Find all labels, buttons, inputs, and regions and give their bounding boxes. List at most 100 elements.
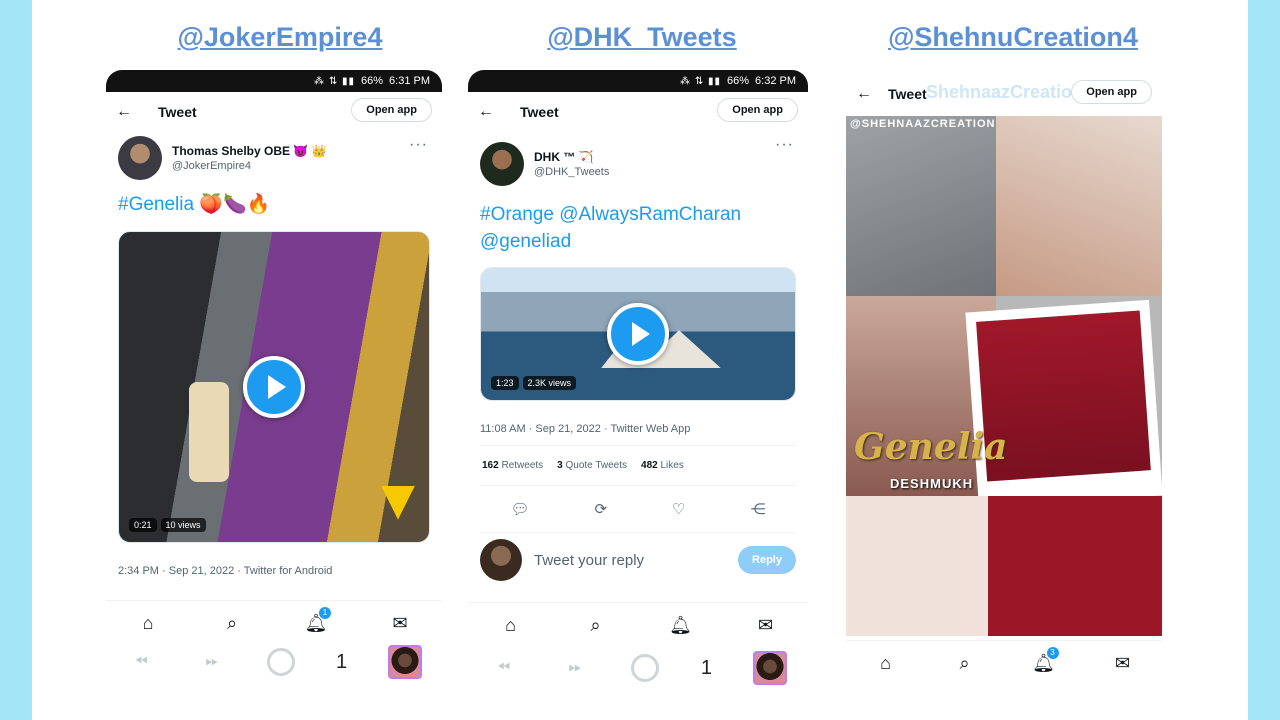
reply-button[interactable]: Reply (738, 546, 796, 575)
right-border-bar (1248, 0, 1280, 720)
app-thumbnail[interactable] (387, 645, 422, 679)
reply-input[interactable]: Tweet your reply (534, 552, 726, 569)
battery-level: 66% (361, 75, 384, 87)
reply-icon[interactable]: 💬︎ (510, 500, 529, 518)
search-icon[interactable]: ⌕ (219, 613, 245, 634)
back-arrow-icon[interactable]: ← (856, 85, 884, 103)
handle-jokerempire4[interactable]: @JokerEmpire4 (168, 22, 392, 53)
avatar[interactable] (480, 142, 524, 186)
grey-portrait (846, 116, 996, 296)
battery-level: 66% (727, 75, 750, 87)
tweet-author: DHK ™ 🏹 @DHK_Tweets ··· (468, 132, 808, 190)
bell-icon[interactable]: 🔔︎ (668, 615, 694, 636)
bell-icon[interactable]: 🔔︎ 3 (1031, 647, 1059, 674)
status-bar: ⁂ ⇅ ▮▮ 66% 6:32 PM (468, 70, 808, 92)
author-name[interactable]: DHK ™ 🏹 (534, 150, 609, 164)
tweet-stats: 162 Retweets 3 Quote Tweets 482 Likes (468, 446, 808, 485)
tweet-timestamp: 11:08 AM · Sep 21, 2022 · Twitter Web Ap… (480, 423, 691, 436)
tab-count[interactable]: 1 (701, 657, 712, 680)
system-nav: ⏪︎ ⏩︎ 1 (106, 640, 442, 684)
reply-avatar (480, 539, 522, 582)
video-duration: 0:21 (129, 517, 157, 532)
tweet-text: #Orange @AlwaysRamCharan @geneliad (480, 204, 742, 252)
tweet-author: Thomas Shelby OBE 😈 👑 @JokerEmpire4 ··· (106, 132, 442, 184)
home-circle-icon[interactable] (631, 654, 660, 682)
search-icon[interactable]: ⌕ (952, 653, 978, 674)
tweet-video[interactable]: 1:23 2.3K views (480, 267, 796, 402)
quotes-stat[interactable]: 3 Quote Tweets (557, 460, 627, 471)
bottom-collage (846, 496, 1162, 636)
app-thumbnail[interactable] (753, 651, 788, 685)
rewind-icon[interactable]: ⏪︎ (126, 653, 156, 671)
video-duration: 1:23 (491, 376, 519, 391)
notification-badge: 1 (319, 607, 331, 619)
tweet-text: #Genelia 🍑🍆🔥 (118, 194, 271, 215)
likes-stat[interactable]: 482 Likes (641, 460, 684, 471)
tweet-topbar: ← Tweet Open app (106, 92, 442, 132)
status-time: 6:32 PM (755, 75, 796, 87)
bell-icon[interactable]: 🔔︎ 1 (303, 607, 331, 634)
reply-composer: Tweet your reply Reply (468, 533, 808, 587)
home-icon[interactable]: ⌂ (873, 653, 899, 674)
play-icon[interactable] (243, 355, 305, 418)
bottom-nav: ⌂ ⌕ 🔔︎ 3 ✉ (846, 640, 1162, 686)
back-arrow-icon[interactable]: ← (478, 103, 506, 121)
tweet-timestamp: 2:34 PM · Sep 21, 2022 · Twitter for And… (118, 564, 333, 577)
author-handle[interactable]: @DHK_Tweets (534, 166, 609, 178)
handle-shehnucreation4[interactable]: @ShehnuCreation4 (868, 22, 1158, 53)
share-icon[interactable]: ⋲ (750, 500, 765, 518)
status-bar: ⁂ ⇅ ▮▮ 66% 6:31 PM (106, 70, 442, 92)
more-icon[interactable]: ··· (409, 136, 428, 154)
phone-screenshot-3: ← Tweet ShehnaazCreations Open app @SHEH… (846, 70, 1162, 690)
retweets-stat[interactable]: 162 Retweets (482, 460, 543, 471)
video-views: 10 views (160, 517, 206, 532)
bottom-nav: ⌂ ⌕ 🔔︎ ✉ (468, 602, 808, 648)
mail-icon[interactable]: ✉ (1110, 653, 1136, 674)
notification-badge: 3 (1046, 647, 1059, 659)
topbar-title: Tweet (520, 104, 559, 120)
poster-image[interactable]: @SHEHNAAZCREATION Genelia DESHMUKH (846, 116, 1162, 636)
home-circle-icon[interactable] (267, 648, 296, 676)
play-icon[interactable] (607, 303, 669, 366)
mail-icon[interactable]: ✉ (387, 613, 413, 634)
home-icon[interactable]: ⌂ (135, 613, 161, 634)
forward-icon[interactable]: ⏩︎ (560, 659, 590, 677)
poster-script-title: Genelia (854, 426, 1008, 468)
topbar-title: Tweet (888, 86, 927, 102)
back-arrow-icon[interactable]: ← (116, 103, 144, 121)
more-icon[interactable]: ··· (775, 136, 794, 154)
phone-screenshot-1: ⁂ ⇅ ▮▮ 66% 6:31 PM ← Tweet Open app Thom… (106, 70, 442, 690)
poster-watermark: @SHEHNAAZCREATION (850, 118, 996, 130)
home-icon[interactable]: ⌂ (498, 615, 524, 636)
tab-count[interactable]: 1 (336, 651, 347, 674)
open-app-button[interactable]: Open app (351, 98, 432, 122)
top-right-portrait (996, 116, 1162, 296)
mail-icon[interactable]: ✉ (753, 615, 779, 636)
tweet-actions: 💬︎ ⟳ ♡ ⋲ (468, 486, 808, 532)
left-border-bar (0, 0, 32, 720)
polaroid-frame (965, 299, 1162, 509)
phone-screenshot-2: ⁂ ⇅ ▮▮ 66% 6:32 PM ← Tweet Open app DHK … (468, 70, 808, 690)
handle-dhk-tweets[interactable]: @DHK_Tweets (530, 22, 754, 53)
logo-watermark-icon (381, 485, 415, 520)
retweet-icon[interactable]: ⟳ (595, 500, 608, 518)
search-icon[interactable]: ⌕ (583, 615, 609, 636)
rewind-icon[interactable]: ⏪︎ (489, 659, 519, 677)
author-handle[interactable]: @JokerEmpire4 (172, 160, 327, 172)
forward-icon[interactable]: ⏩︎ (197, 653, 227, 671)
like-icon[interactable]: ♡ (672, 500, 685, 518)
signal-icons: ⁂ ⇅ ▮▮ (680, 75, 721, 87)
tweet-topbar: ← Tweet Open app (468, 92, 808, 132)
open-app-button[interactable]: Open app (1071, 80, 1152, 104)
topbar-title: Tweet (158, 104, 197, 120)
author-name[interactable]: Thomas Shelby OBE 😈 👑 (172, 144, 327, 158)
open-app-button[interactable]: Open app (717, 98, 798, 122)
status-time: 6:31 PM (389, 75, 430, 87)
overlay-text: ShehnaazCreations (926, 82, 1094, 102)
tweet-video[interactable]: 0:21 10 views (118, 230, 430, 543)
bottle-shape (189, 381, 229, 482)
video-views: 2.3K views (522, 376, 577, 391)
poster-subtitle: DESHMUKH (890, 476, 974, 491)
system-nav: ⏪︎ ⏩︎ 1 (468, 646, 808, 690)
avatar[interactable] (118, 136, 162, 180)
